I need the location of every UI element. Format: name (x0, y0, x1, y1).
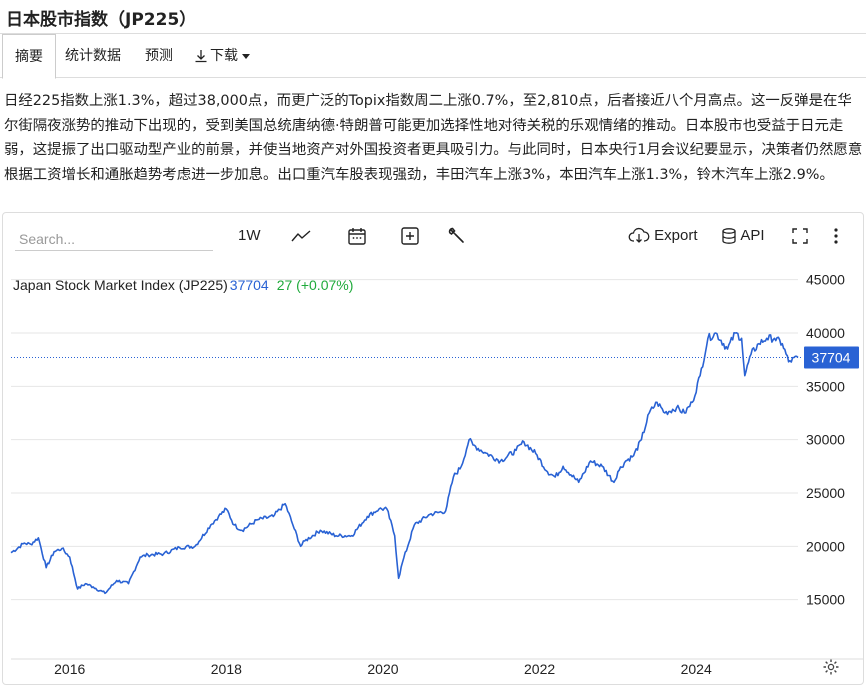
summary-text: 日经225指数上涨1.3%，超过38,000点，而更广泛的Topix指数周二上涨… (4, 93, 863, 183)
plus-box-icon (401, 227, 419, 245)
chart-panel: 15000 20000 25000 30000 35000 40000 45000 2016 2… (2, 212, 864, 685)
y-tick-label: 35000 (806, 378, 845, 394)
y-tick-label: 25000 (806, 485, 845, 501)
last-value-label: 37704 (812, 349, 851, 365)
y-tick-label: 30000 (806, 432, 845, 448)
x-tick-label: 2018 (211, 661, 242, 677)
search-input[interactable] (15, 227, 213, 251)
series-line (10, 332, 799, 595)
page-title: 日本股市指数（JP225） (6, 10, 197, 30)
tab-download[interactable]: 下载 (194, 34, 250, 78)
legend-series-name: Japan Stock Market Index (JP225) (13, 277, 228, 293)
tab-summary[interactable]: 摘要 (2, 34, 56, 79)
legend-change: 27 (+0.07%) (276, 277, 354, 293)
x-tick-label: 2024 (681, 661, 712, 677)
wrench-icon (448, 227, 464, 243)
tools-button[interactable] (447, 223, 467, 249)
add-indicator-button[interactable] (400, 223, 420, 249)
line-chart-button[interactable] (290, 223, 312, 249)
more-vertical-icon (834, 228, 838, 244)
tab-forecast[interactable]: 预测 (145, 34, 173, 78)
x-tick-label: 2022 (524, 661, 555, 677)
tabs-bar: 摘要 统计数据 预测 下载 (0, 33, 866, 79)
range-1w-button[interactable]: 1W (238, 223, 261, 249)
api-button[interactable]: API (721, 223, 765, 249)
y-tick-label: 40000 (806, 325, 845, 341)
chart-legend: Japan Stock Market Index (JP225) 37704 27 … (13, 277, 353, 293)
export-button[interactable]: Export (628, 223, 698, 249)
database-icon (722, 228, 736, 244)
fullscreen-icon (792, 228, 808, 244)
line-chart-icon (291, 230, 311, 242)
calendar-button[interactable] (347, 223, 367, 249)
export-label: Export (654, 227, 698, 244)
x-tick-label: 2020 (367, 661, 398, 677)
more-options-button[interactable] (831, 223, 841, 249)
download-icon (195, 50, 207, 63)
tab-download-label: 下载 (210, 48, 238, 64)
settings-gear-icon (823, 659, 839, 675)
chevron-down-icon (242, 53, 250, 59)
chart-settings-button[interactable] (822, 654, 840, 680)
calendar-icon (348, 228, 366, 245)
legend-value: 37704 (229, 277, 269, 293)
fullscreen-button[interactable] (790, 223, 810, 249)
y-tick-label: 20000 (806, 538, 845, 554)
y-tick-label: 45000 (806, 272, 845, 288)
api-label: API (740, 227, 765, 244)
cloud-download-icon (628, 227, 650, 243)
y-tick-label: 15000 (806, 592, 845, 608)
tab-statistics[interactable]: 统计数据 (65, 34, 121, 78)
x-tick-label: 2016 (54, 661, 85, 677)
